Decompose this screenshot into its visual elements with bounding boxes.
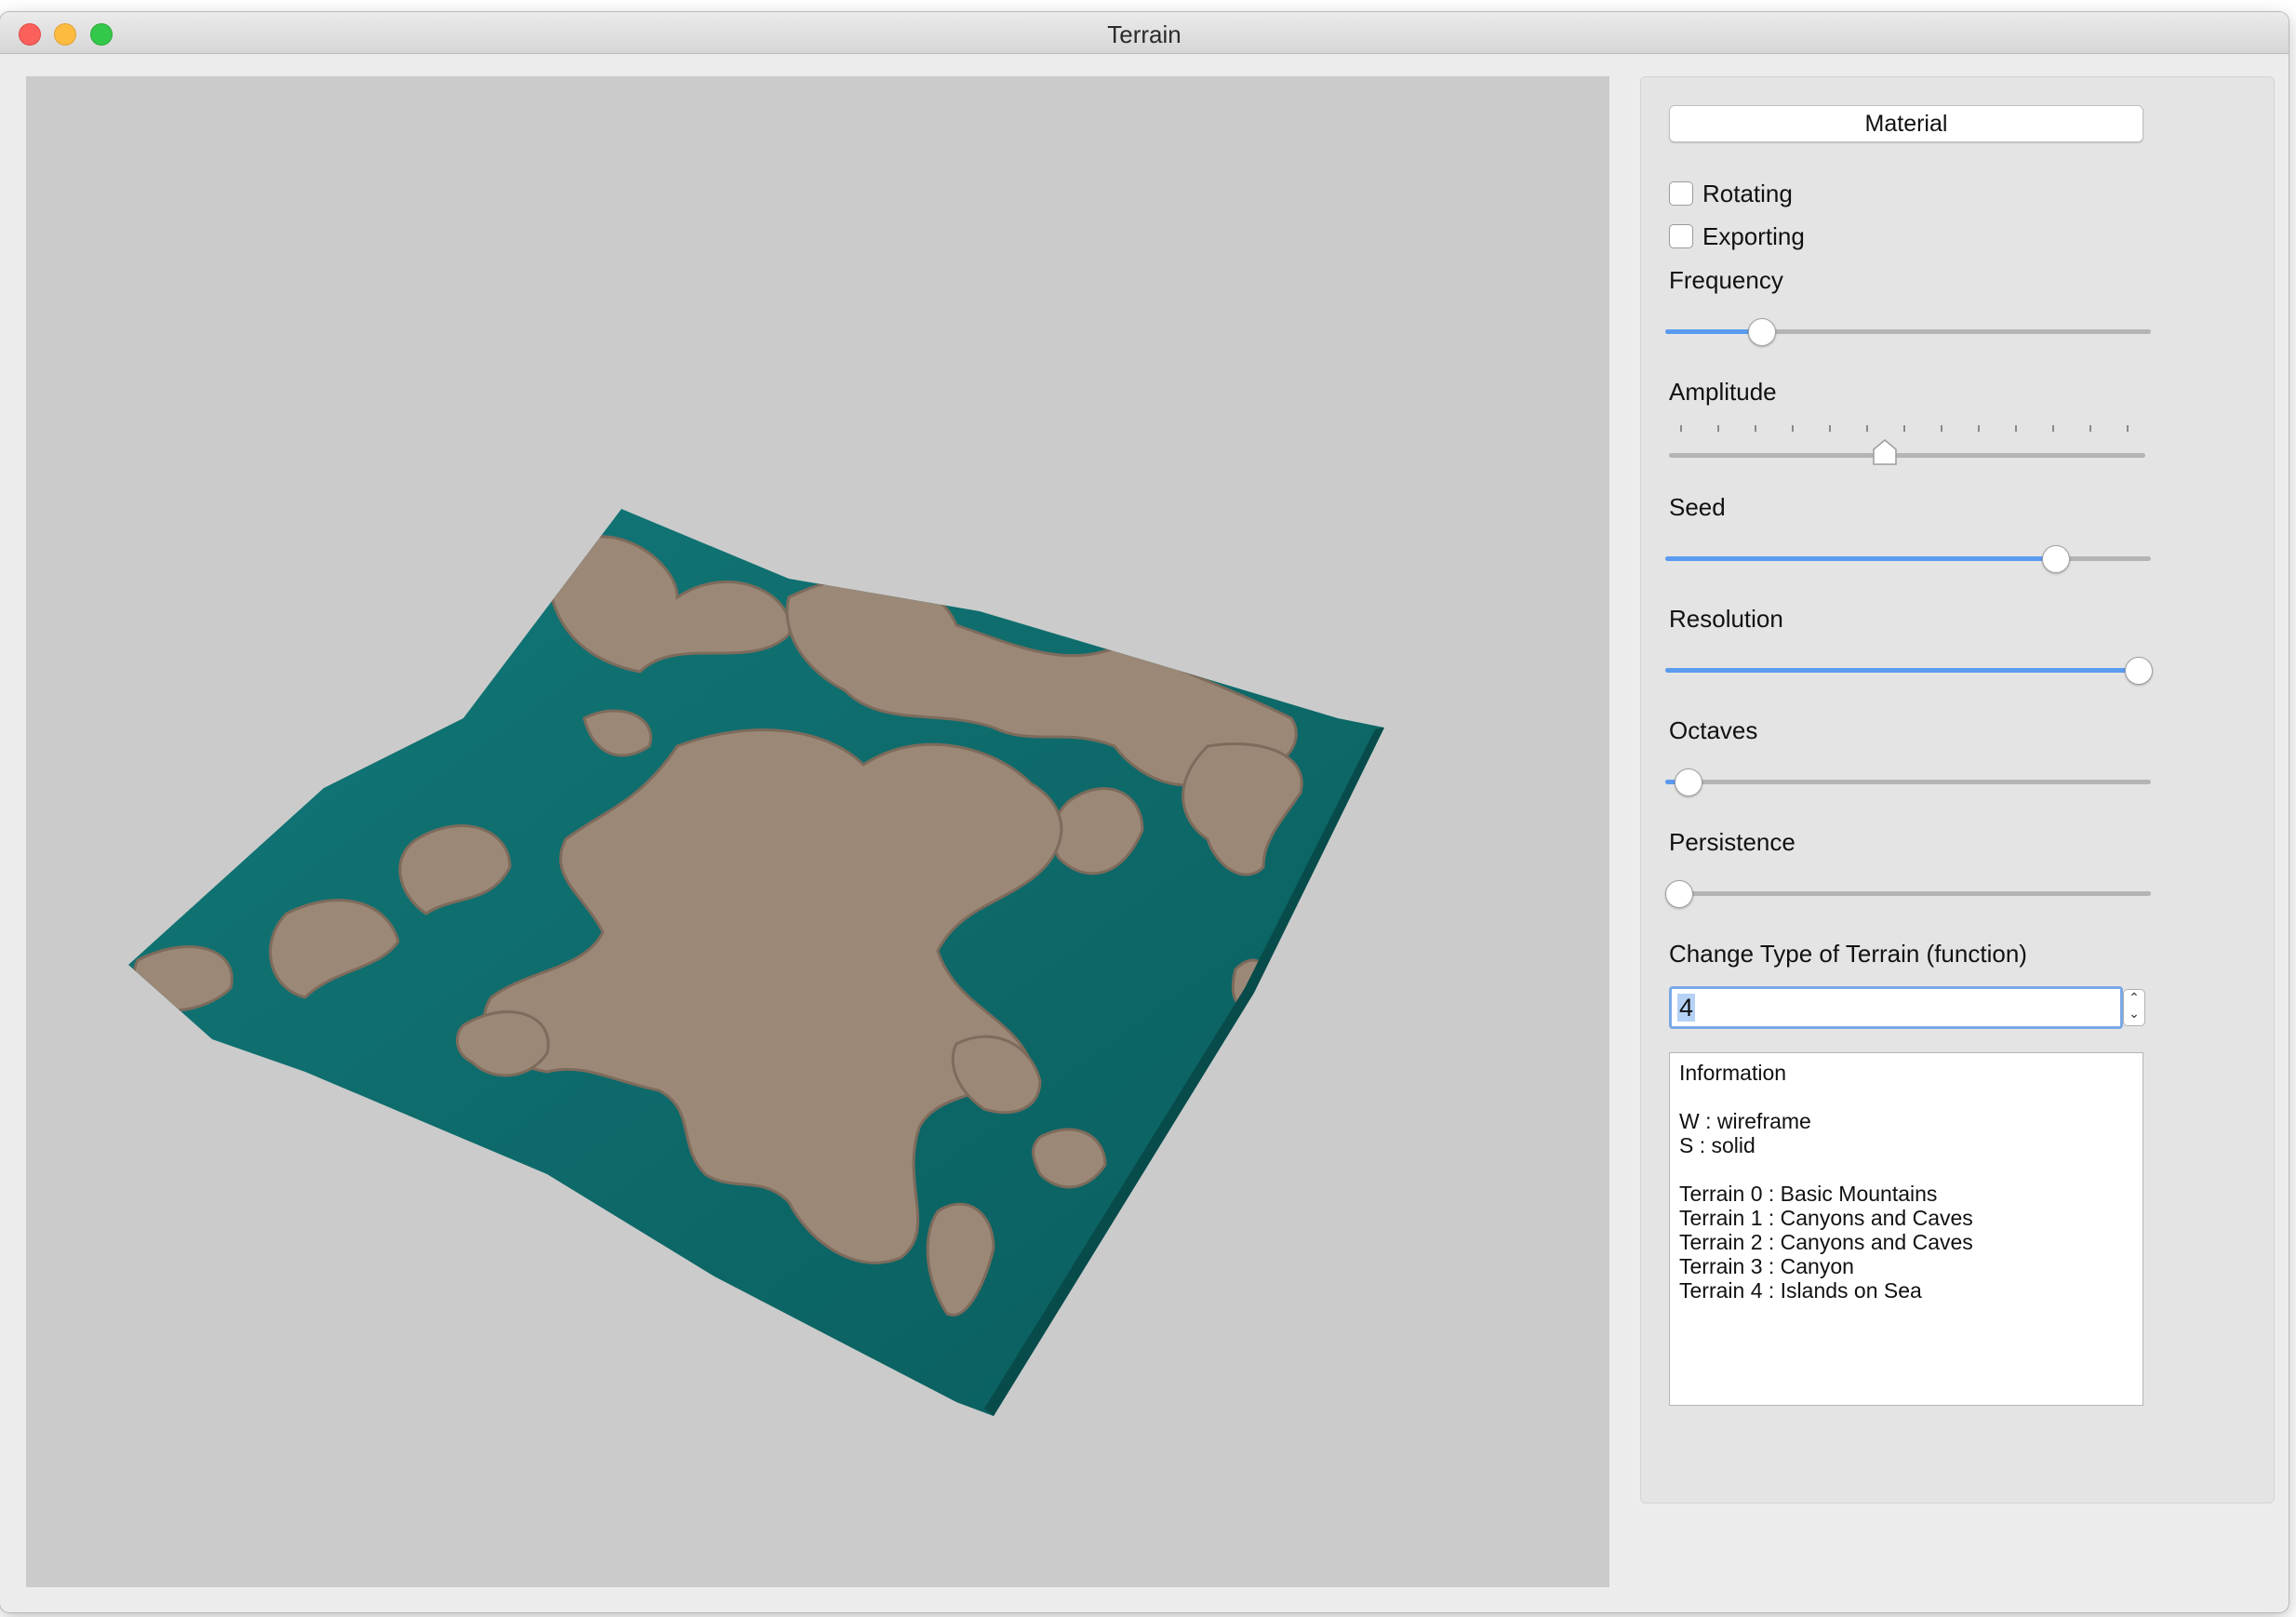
resolution-slider-knob[interactable]: [2125, 657, 2153, 685]
terrain-window: Terrain Material Rotating Exporting Freq…: [0, 12, 2289, 1612]
octaves-slider-knob[interactable]: [1675, 768, 1702, 796]
frequency-slider[interactable]: [1665, 318, 2151, 346]
info-line: W : wireframe: [1679, 1109, 1811, 1133]
resolution-slider-fill: [1665, 668, 2138, 673]
octaves-slider[interactable]: [1665, 768, 2151, 796]
info-line: Terrain 3 : Canyon: [1679, 1254, 1854, 1278]
terrain-3d-viewport[interactable]: [26, 76, 1609, 1587]
info-line: Terrain 4 : Islands on Sea: [1679, 1278, 1922, 1303]
amplitude-slider-knob[interactable]: [1872, 438, 1898, 466]
terrain-render: [128, 509, 1384, 1416]
seed-label: Seed: [1669, 493, 1726, 521]
octaves-label: Octaves: [1669, 716, 1758, 744]
terrain-type-label: Change Type of Terrain (function): [1669, 940, 2027, 968]
resolution-slider[interactable]: [1665, 657, 2153, 685]
exporting-checkbox[interactable]: [1669, 224, 1693, 248]
amplitude-slider[interactable]: [1669, 439, 2145, 465]
info-line: Information: [1679, 1061, 1787, 1085]
rotating-checkbox[interactable]: [1669, 181, 1693, 206]
persistence-slider[interactable]: [1665, 880, 2151, 908]
title-bar: Terrain: [0, 12, 2289, 54]
frequency-slider-fill: [1665, 329, 1761, 334]
land-mass: [1032, 1128, 1107, 1189]
info-line: S : solid: [1679, 1133, 1755, 1157]
terrain-type-input[interactable]: 4: [1669, 986, 2123, 1029]
persistence-slider-knob[interactable]: [1665, 880, 1693, 908]
rotating-label: Rotating: [1702, 180, 1793, 207]
seed-slider-knob[interactable]: [2042, 545, 2070, 573]
chevron-up-icon[interactable]: ⌃: [2124, 990, 2144, 1006]
info-line: [1679, 1157, 2133, 1182]
chevron-down-icon[interactable]: ⌄: [2124, 1006, 2144, 1022]
amplitude-label: Amplitude: [1669, 378, 1777, 406]
material-button[interactable]: Material: [1669, 105, 2143, 142]
info-line: [1679, 1085, 2133, 1109]
persistence-label: Persistence: [1669, 828, 1795, 856]
exporting-label: Exporting: [1702, 222, 1805, 250]
seed-slider-fill: [1665, 556, 2055, 561]
window-title: Terrain: [1107, 20, 1181, 48]
frequency-slider-knob[interactable]: [1748, 318, 1776, 346]
seed-slider[interactable]: [1665, 545, 2151, 573]
amplitude-ticks: [1669, 425, 2147, 433]
information-text-box[interactable]: Information W : wireframe S : solid Terr…: [1669, 1052, 2143, 1406]
resolution-label: Resolution: [1669, 605, 1783, 633]
info-line: Terrain 2 : Canyons and Caves: [1679, 1230, 1973, 1254]
info-line: Terrain 1 : Canyons and Caves: [1679, 1206, 1973, 1230]
terrain-type-value: 4: [1677, 994, 1696, 1022]
terrain-type-stepper[interactable]: ⌃ ⌄: [2123, 989, 2145, 1026]
frequency-label: Frequency: [1669, 266, 1783, 294]
controls-panel: Material Rotating Exporting Frequency Am…: [1640, 76, 2275, 1503]
info-line: Terrain 0 : Basic Mountains: [1679, 1182, 1938, 1206]
